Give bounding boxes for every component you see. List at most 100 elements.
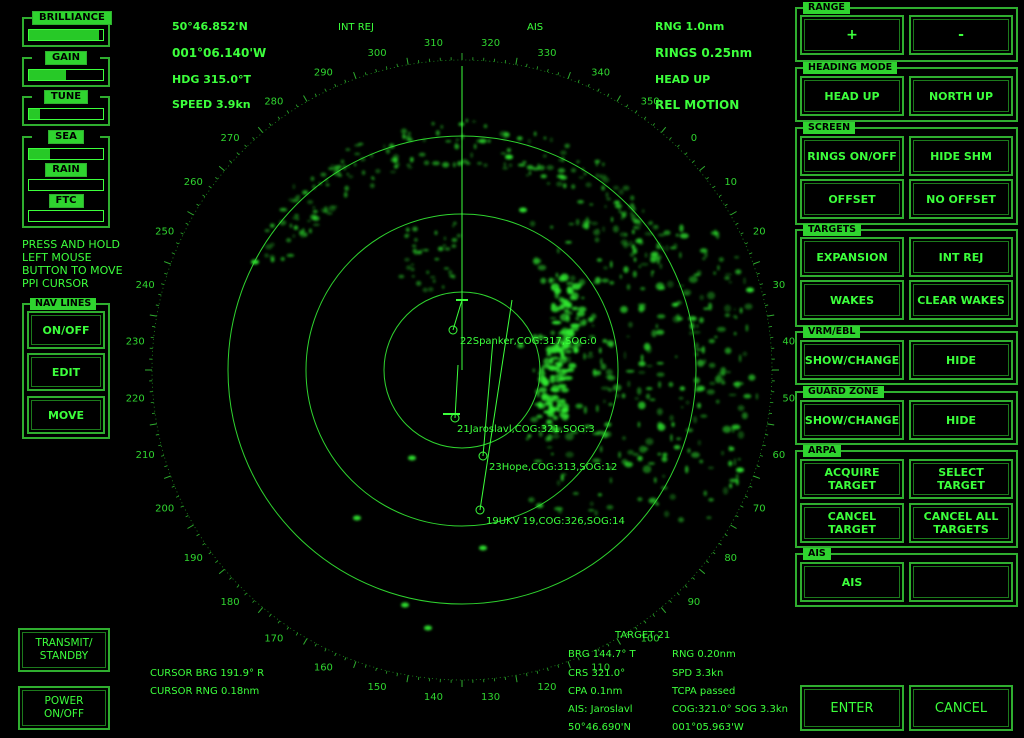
bearing-tick xyxy=(767,314,775,317)
radar-echo xyxy=(312,223,320,226)
wakes-button[interactable]: WAKES xyxy=(800,280,904,320)
ais-button[interactable]: AIS xyxy=(800,562,904,602)
radar-echo xyxy=(590,221,599,226)
ais-course-vector xyxy=(452,299,463,331)
bearing-label: 300 xyxy=(368,48,387,59)
radar-echo xyxy=(556,408,561,412)
target-bearing: BRG 144.7° T xyxy=(568,649,636,660)
radar-echo xyxy=(505,154,513,160)
bearing-label: 190 xyxy=(184,553,203,564)
radar-echo xyxy=(586,354,594,359)
radar-echo xyxy=(445,140,452,143)
range-decrease-button[interactable]: - xyxy=(909,15,1013,55)
bearing-label: 80 xyxy=(724,553,737,564)
radar-echo xyxy=(371,176,374,180)
radar-echo xyxy=(550,374,556,379)
radar-echo xyxy=(699,317,704,324)
radar-echo xyxy=(553,287,562,295)
bearing-tick xyxy=(759,455,763,457)
head-up-button[interactable]: HEAD UP xyxy=(800,76,904,116)
radar-echo xyxy=(669,493,676,500)
radar-echo xyxy=(680,406,684,409)
bearing-tick xyxy=(669,137,672,140)
no-offset-button[interactable]: NO OFFSET xyxy=(909,179,1013,219)
radar-echo xyxy=(707,291,716,300)
radar-echo xyxy=(716,326,726,332)
radar-echo xyxy=(375,169,381,174)
guard-show-change-button[interactable]: SHOW/CHANGE xyxy=(800,400,904,440)
hide-shm-button[interactable]: HIDE SHM xyxy=(909,136,1013,176)
heading-mode-label: HEADING MODE xyxy=(803,62,898,74)
radar-echo xyxy=(685,465,689,474)
radar-echo xyxy=(657,423,666,431)
ais-course-vector xyxy=(479,299,513,511)
radar-echo xyxy=(551,320,562,325)
bearing-tick xyxy=(268,123,272,126)
radar-echo xyxy=(662,474,666,478)
radar-echo xyxy=(328,167,335,171)
radar-echo xyxy=(699,459,704,464)
bearing-tick xyxy=(547,69,549,73)
radar-echo xyxy=(670,434,673,442)
radar-echo xyxy=(348,174,354,179)
radar-echo xyxy=(724,273,733,276)
radar-echo xyxy=(592,281,598,285)
radar-echo xyxy=(693,377,700,384)
radar-echo xyxy=(570,275,576,282)
radar-echo xyxy=(573,347,579,354)
bearing-tick xyxy=(158,293,162,296)
radar-echo xyxy=(409,156,414,163)
vrm-show-change-button[interactable]: SHOW/CHANGE xyxy=(800,340,904,380)
radar-echo xyxy=(625,369,635,373)
radar-echo xyxy=(620,211,624,214)
radar-echo xyxy=(443,267,450,270)
guard-hide-button[interactable]: HIDE xyxy=(909,400,1013,440)
cancel-all-targets-button[interactable]: CANCEL ALL TARGETS xyxy=(909,503,1013,543)
range-increase-button[interactable]: + xyxy=(800,15,904,55)
bearing-tick xyxy=(756,465,760,468)
radar-echo xyxy=(345,148,351,151)
acquire-target-button[interactable]: ACQUIRE TARGET xyxy=(800,459,904,499)
offset-button[interactable]: OFFSET xyxy=(800,179,904,219)
radar-echo xyxy=(448,270,453,275)
radar-echo xyxy=(737,458,741,461)
bearing-tick xyxy=(375,69,377,73)
radar-echo xyxy=(583,172,587,176)
clear-wakes-button[interactable]: CLEAR WAKES xyxy=(909,280,1013,320)
radar-echo xyxy=(330,164,334,167)
radar-echo xyxy=(320,172,327,177)
bearing-tick xyxy=(749,252,753,255)
bearing-label: 0 xyxy=(691,133,697,144)
cancel-target-button[interactable]: CANCEL TARGET xyxy=(800,503,904,543)
radar-echo xyxy=(404,233,410,237)
radar-echo xyxy=(567,356,571,364)
radar-echo xyxy=(546,446,553,449)
select-target-button[interactable]: SELECT TARGET xyxy=(909,459,1013,499)
radar-echo xyxy=(566,302,573,309)
enter-button[interactable]: ENTER xyxy=(800,685,904,731)
radar-echo xyxy=(735,269,742,275)
north-up-button[interactable]: NORTH UP xyxy=(909,76,1013,116)
radar-echo xyxy=(449,274,455,278)
bearing-label: 40 xyxy=(782,336,795,347)
int-rej-button[interactable]: INT REJ xyxy=(909,237,1013,277)
radar-echo xyxy=(308,228,312,234)
bearing-tick xyxy=(765,304,769,306)
radar-echo xyxy=(565,451,574,458)
vrm-hide-button[interactable]: HIDE xyxy=(909,340,1013,380)
radar-echo xyxy=(606,504,614,510)
rings-on-off-button[interactable]: RINGS ON/OFF xyxy=(800,136,904,176)
expansion-button[interactable]: EXPANSION xyxy=(800,237,904,277)
bearing-label: 140 xyxy=(424,692,443,703)
radar-echo xyxy=(423,249,429,252)
bearing-label: 20 xyxy=(753,226,766,237)
ais-target-label: 21Jaroslavl,COG:321,SOG:3 xyxy=(457,424,595,435)
radar-echo xyxy=(406,163,411,167)
radar-echo xyxy=(614,204,622,209)
cancel-button[interactable]: CANCEL xyxy=(909,685,1013,731)
radar-echo xyxy=(519,207,527,213)
radar-echo xyxy=(592,369,597,376)
radar-echo xyxy=(645,387,653,391)
radar-echo xyxy=(545,436,549,442)
bearing-tick xyxy=(295,632,299,636)
